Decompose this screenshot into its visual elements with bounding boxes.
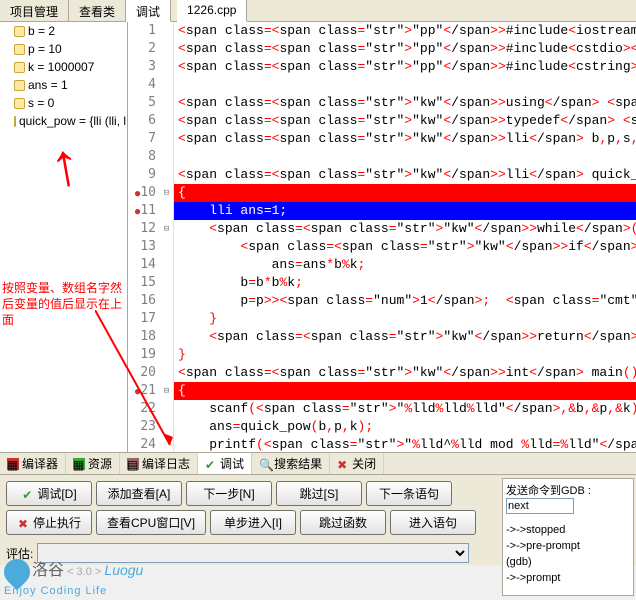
code-line[interactable]: p=p>><span class="num">1</span>; <span c… (174, 292, 636, 310)
var-icon (14, 98, 25, 109)
var-text: p = 10 (28, 42, 62, 56)
code-line[interactable]: <span class=<span class="str">"pp"</span… (174, 58, 636, 76)
stepinto-button[interactable]: 单步进入[I] (210, 510, 296, 535)
code-line[interactable]: <span class=<span class="str">"kw"</span… (174, 220, 636, 238)
gdb-panel: 发送命令到GDB : ->->stopped->->pre-prompt(gdb… (502, 478, 634, 596)
watch-var[interactable]: p = 10 (0, 40, 127, 58)
var-text: quick_pow = {lli (lli, l (19, 114, 126, 128)
var-text: b = 2 (28, 24, 55, 38)
code-line[interactable]: { (174, 382, 636, 400)
stepover-button[interactable]: 下一步[N] (186, 481, 272, 506)
watch-var[interactable]: quick_pow = {lli (lli, l (0, 112, 127, 130)
addwatch-button[interactable]: 添加查看[A] (96, 481, 182, 506)
code-line[interactable]: <span class=<span class="str">"pp"</span… (174, 40, 636, 58)
code-line[interactable]: lli ans=1; (174, 202, 636, 220)
code-line[interactable]: <span class=<span class="str">"kw"</span… (174, 130, 636, 148)
btab-resource[interactable]: ▦资源 (66, 453, 120, 474)
var-icon (14, 62, 25, 73)
code-line[interactable]: <span class=<span class="str">"kw"</span… (174, 328, 636, 346)
tab-debug[interactable]: 调试 (126, 0, 171, 22)
tab-file[interactable]: 1226.cpp (177, 0, 247, 22)
stop-button[interactable]: ✖停止执行 (6, 510, 92, 535)
code-line[interactable]: ans=quick_pow(b,p,k); (174, 418, 636, 436)
watch-var[interactable]: b = 2 (0, 22, 127, 40)
btab-debug[interactable]: ✔调试 (198, 453, 252, 474)
eval-label: 评估: (6, 545, 33, 562)
code-line[interactable]: <span class=<span class="str">"kw"</span… (174, 364, 636, 382)
gdb-input[interactable] (506, 498, 574, 514)
code-line[interactable] (174, 76, 636, 94)
var-icon (14, 44, 25, 55)
code-editor[interactable]: 123456789●10●11121314151617181920●212223… (128, 22, 636, 452)
var-icon (14, 26, 25, 37)
var-icon (14, 80, 25, 91)
code-line[interactable]: <span class=<span class="str">"kw"</span… (174, 112, 636, 130)
watch-sidebar: b = 2 p = 10 k = 1000007 ans = 1 s = 0 quick_… (0, 22, 128, 452)
var-text: k = 1000007 (28, 60, 94, 74)
code-line[interactable] (174, 148, 636, 166)
btab-buildlog[interactable]: ▤编译日志 (120, 453, 198, 474)
var-icon (14, 116, 16, 127)
code-line[interactable]: { (174, 184, 636, 202)
code-line[interactable]: <span class=<span class="str">"kw"</span… (174, 166, 636, 184)
gdb-log-line: ->->pre-prompt (506, 538, 630, 554)
tab-class[interactable]: 查看类 (69, 0, 126, 21)
code-line[interactable]: } (174, 346, 636, 364)
eval-input[interactable] (37, 543, 469, 563)
tab-project[interactable]: 项目管理 (0, 0, 69, 21)
btab-close[interactable]: ✖关闭 (330, 453, 384, 474)
nextstmt-button[interactable]: 下一条语句 (366, 481, 452, 506)
var-text: s = 0 (28, 96, 54, 110)
gdb-log-line: ->->stopped (506, 522, 630, 538)
btab-search[interactable]: 🔍搜索结果 (252, 453, 330, 474)
gdb-label: 发送命令到GDB : (506, 485, 591, 497)
var-text: ans = 1 (28, 78, 68, 92)
code-line[interactable]: scanf(<span class="str">"%lld%lld%lld"</… (174, 400, 636, 418)
gdb-log-line: (gdb) (506, 554, 630, 570)
watch-var[interactable]: s = 0 (0, 94, 127, 112)
code-line[interactable]: <span class=<span class="str">"pp"</span… (174, 22, 636, 40)
code-line[interactable]: } (174, 310, 636, 328)
skip-button[interactable]: 跳过[S] (276, 481, 362, 506)
code-line[interactable]: printf(<span class="str">"%lld^%lld mod … (174, 436, 636, 452)
cpu-button[interactable]: 查看CPU窗口[V] (96, 510, 206, 535)
gdb-log-line: ->->prompt (506, 570, 630, 586)
btab-compiler[interactable]: ▦编译器 (0, 453, 66, 474)
watch-var[interactable]: k = 1000007 (0, 58, 127, 76)
code-line[interactable]: <span class=<span class="str">"kw"</span… (174, 238, 636, 256)
code-line[interactable]: ans=ans*b%k; (174, 256, 636, 274)
code-line[interactable]: <span class=<span class="str">"kw"</span… (174, 94, 636, 112)
watch-var[interactable]: ans = 1 (0, 76, 127, 94)
skipfunc-button[interactable]: 跳过函数 (300, 510, 386, 535)
code-line[interactable]: b=b*b%k; (174, 274, 636, 292)
intostmt-button[interactable]: 进入语句 (390, 510, 476, 535)
debug-button[interactable]: ✔调试[D] (6, 481, 92, 506)
